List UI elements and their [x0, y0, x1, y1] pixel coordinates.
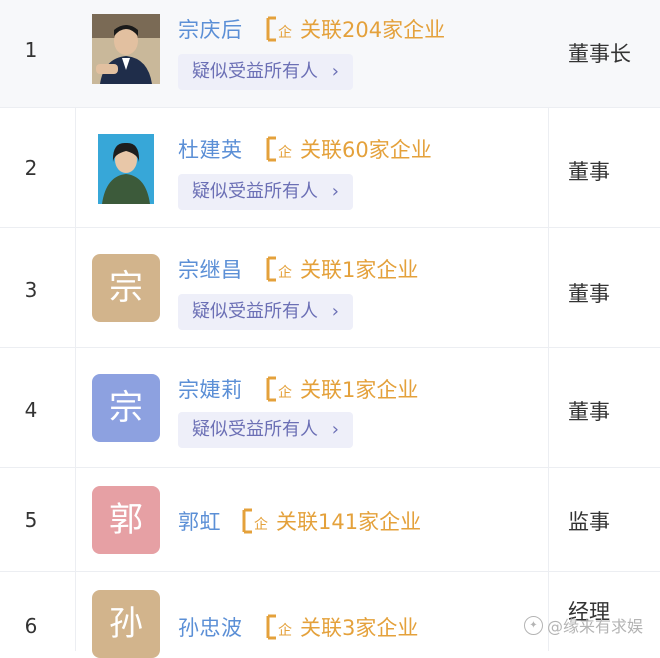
beneficial-owner-tag[interactable]: 疑似受益所有人 › — [178, 54, 353, 90]
row-index: 2 — [24, 156, 38, 180]
svg-text:企: 企 — [254, 516, 268, 533]
relation-link[interactable]: 企 关联3家企业 — [264, 612, 418, 642]
svg-text:企: 企 — [278, 384, 292, 401]
role: 董事 — [568, 282, 610, 306]
relation-link[interactable]: 企 关联204家企业 — [264, 14, 445, 44]
person-name[interactable]: 宗继昌 — [178, 254, 243, 284]
beneficial-owner-tag[interactable]: 疑似受益所有人 › — [178, 294, 353, 330]
svg-text:企: 企 — [278, 144, 292, 161]
relation-link[interactable]: 企 关联141家企业 — [240, 506, 421, 536]
svg-text:企: 企 — [278, 264, 292, 281]
enterprise-link-icon: 企 — [266, 376, 292, 402]
beneficial-owner-tag[interactable]: 疑似受益所有人 › — [178, 412, 353, 448]
role: 监事 — [568, 510, 610, 534]
enterprise-link-icon: 企 — [266, 136, 292, 162]
role: 董事长 — [568, 42, 631, 66]
avatar[interactable]: 宗 — [92, 374, 160, 442]
relation-link[interactable]: 企 关联1家企业 — [264, 254, 418, 284]
person-name[interactable]: 孙忠波 — [178, 612, 243, 642]
person-name[interactable]: 杜建英 — [178, 134, 243, 164]
table-row: 3 宗 宗继昌 企 关联1家企业 疑似受益所有人 › 董事 — [0, 228, 660, 348]
chevron-right-icon: › — [331, 181, 339, 202]
relation-count: 关联141家企业 — [276, 510, 422, 534]
table-row: 1 宗庆后 企 关联204家企业 疑似受益所有人 › 董事长 — [0, 0, 660, 108]
table-row: 2 杜建英 企 关联60家企业 疑似受益所有人 › 董事 — [0, 108, 660, 228]
row-index: 1 — [24, 38, 38, 62]
row-index: 5 — [24, 508, 38, 532]
svg-text:企: 企 — [278, 24, 292, 41]
chevron-right-icon: › — [331, 301, 339, 322]
avatar[interactable] — [98, 134, 154, 204]
avatar[interactable]: 孙 — [92, 590, 160, 658]
role: 董事 — [568, 160, 610, 184]
relation-link[interactable]: 企 关联60家企业 — [264, 134, 432, 164]
relation-count: 关联3家企业 — [300, 616, 419, 640]
row-index: 6 — [24, 614, 38, 638]
relation-count: 关联204家企业 — [300, 18, 446, 42]
chevron-right-icon: › — [331, 419, 339, 440]
table-row: 4 宗 宗婕莉 企 关联1家企业 疑似受益所有人 › 董事 — [0, 348, 660, 468]
avatar[interactable]: 宗 — [92, 254, 160, 322]
person-name[interactable]: 宗婕莉 — [178, 374, 243, 404]
svg-text:企: 企 — [278, 622, 292, 639]
enterprise-link-icon: 企 — [242, 508, 268, 534]
relation-link[interactable]: 企 关联1家企业 — [264, 374, 418, 404]
table-row: 6 孙 孙忠波 企 关联3家企业 经理 — [0, 572, 660, 658]
watermark: ✦ @缘来有求娱 — [524, 613, 643, 637]
beneficial-owner-tag[interactable]: 疑似受益所有人 › — [178, 174, 353, 210]
person-name[interactable]: 宗庆后 — [178, 14, 243, 44]
chevron-right-icon: › — [331, 61, 339, 82]
person-name[interactable]: 郭虹 — [178, 506, 221, 536]
role: 董事 — [568, 400, 610, 424]
avatar[interactable]: 郭 — [92, 486, 160, 554]
relation-count: 关联60家企业 — [300, 138, 432, 162]
enterprise-link-icon: 企 — [266, 16, 292, 42]
enterprise-link-icon: 企 — [266, 614, 292, 640]
table-row: 5 郭 郭虹 企 关联141家企业 监事 — [0, 468, 660, 572]
watermark-logo-icon: ✦ — [524, 615, 543, 635]
relation-count: 关联1家企业 — [300, 378, 419, 402]
row-index: 4 — [24, 398, 38, 422]
row-index: 3 — [24, 278, 38, 302]
relation-count: 关联1家企业 — [300, 258, 419, 282]
enterprise-link-icon: 企 — [266, 256, 292, 282]
avatar[interactable] — [92, 14, 160, 84]
